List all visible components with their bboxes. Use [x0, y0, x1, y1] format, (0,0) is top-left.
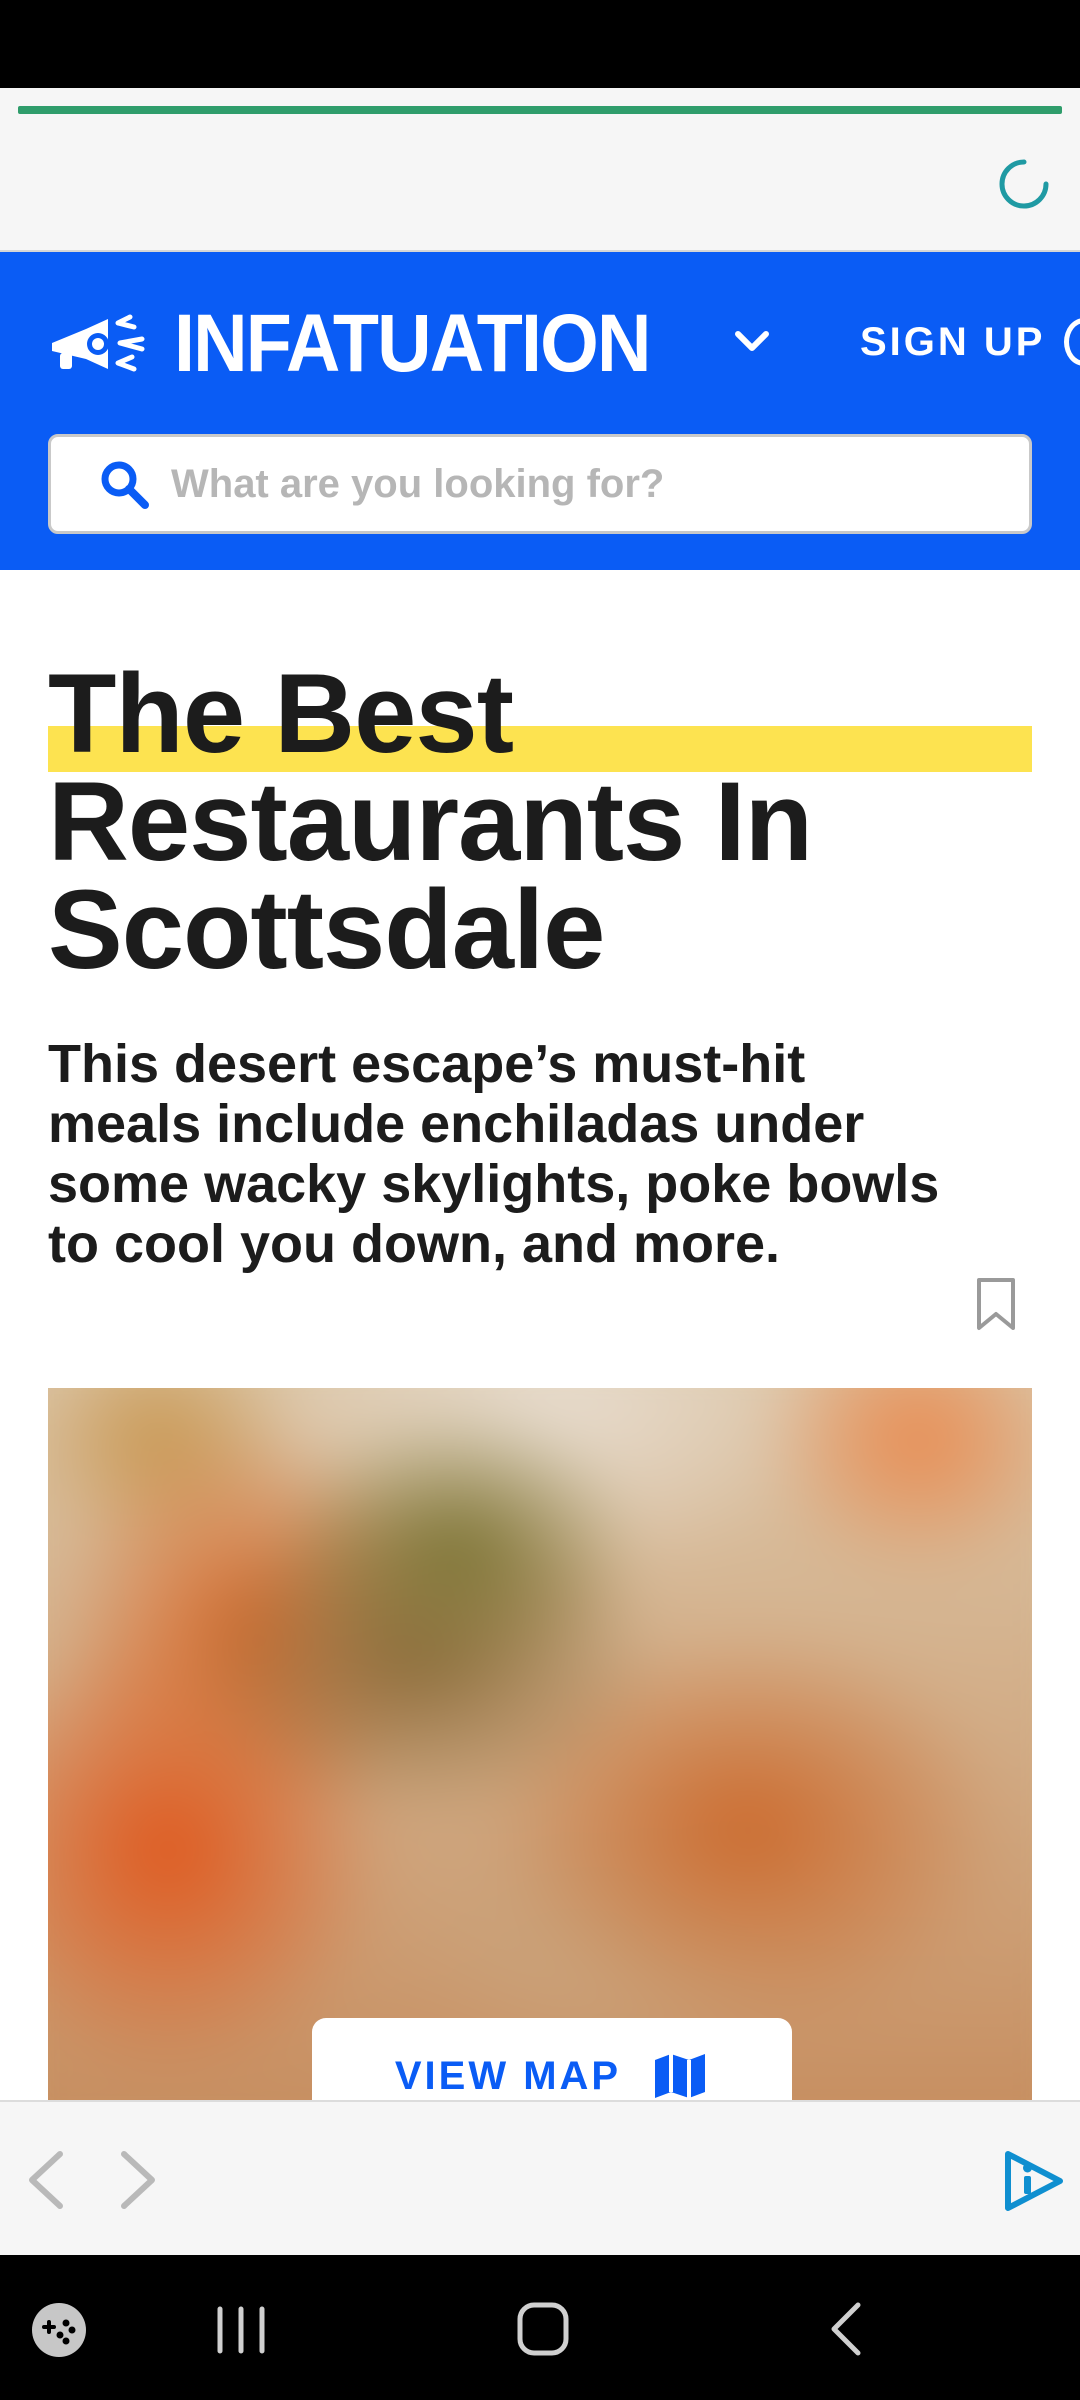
article-content: The Best Restaurants In Scottsdale This … — [0, 570, 1080, 2100]
assistant-icon[interactable] — [1000, 2150, 1066, 2212]
game-icon[interactable] — [30, 2301, 88, 2359]
page-title: The Best Restaurants In Scottsdale — [48, 651, 1032, 992]
account-icon[interactable] — [1064, 318, 1080, 366]
brand-logo[interactable]: INFATUATION — [46, 298, 691, 389]
view-map-label: VIEW MAP — [394, 2054, 622, 2098]
title-line: Scottsdale — [48, 867, 605, 992]
title-line: Restaurants In — [48, 759, 813, 884]
search-input[interactable] — [169, 460, 989, 508]
forward-arrow-icon[interactable] — [116, 2148, 160, 2212]
chevron-down-icon[interactable] — [730, 320, 774, 364]
map-icon — [655, 2054, 706, 2098]
back-arrow-icon[interactable] — [24, 2148, 68, 2212]
loading-spinner-icon — [999, 159, 1049, 209]
browser-bottom-toolbar — [0, 2100, 1080, 2255]
bookmark-icon[interactable] — [974, 1276, 1018, 1332]
search-icon — [101, 461, 149, 509]
page-load-progress — [18, 106, 1062, 114]
hero-image-blur — [48, 1388, 1032, 2100]
nav-back-icon[interactable] — [826, 2301, 866, 2357]
home-icon[interactable] — [516, 2301, 570, 2357]
recents-icon[interactable] — [214, 2305, 268, 2355]
sign-up-link[interactable]: SIGN UP — [860, 316, 1045, 368]
title-line: The Best — [48, 651, 514, 776]
brand-name: INFATUATION — [174, 298, 651, 389]
status-bar — [0, 0, 1080, 88]
megaphone-icon — [52, 314, 145, 372]
article-subtitle: This desert escape’s must-hit meals incl… — [48, 1034, 940, 1274]
browser-toolbar — [0, 88, 1080, 252]
search-bar[interactable] — [48, 434, 1032, 534]
site-header: INFATUATION SIGN UP — [0, 252, 1080, 570]
system-navigation-bar — [0, 2255, 1080, 2400]
hero-image — [48, 1388, 1032, 2100]
